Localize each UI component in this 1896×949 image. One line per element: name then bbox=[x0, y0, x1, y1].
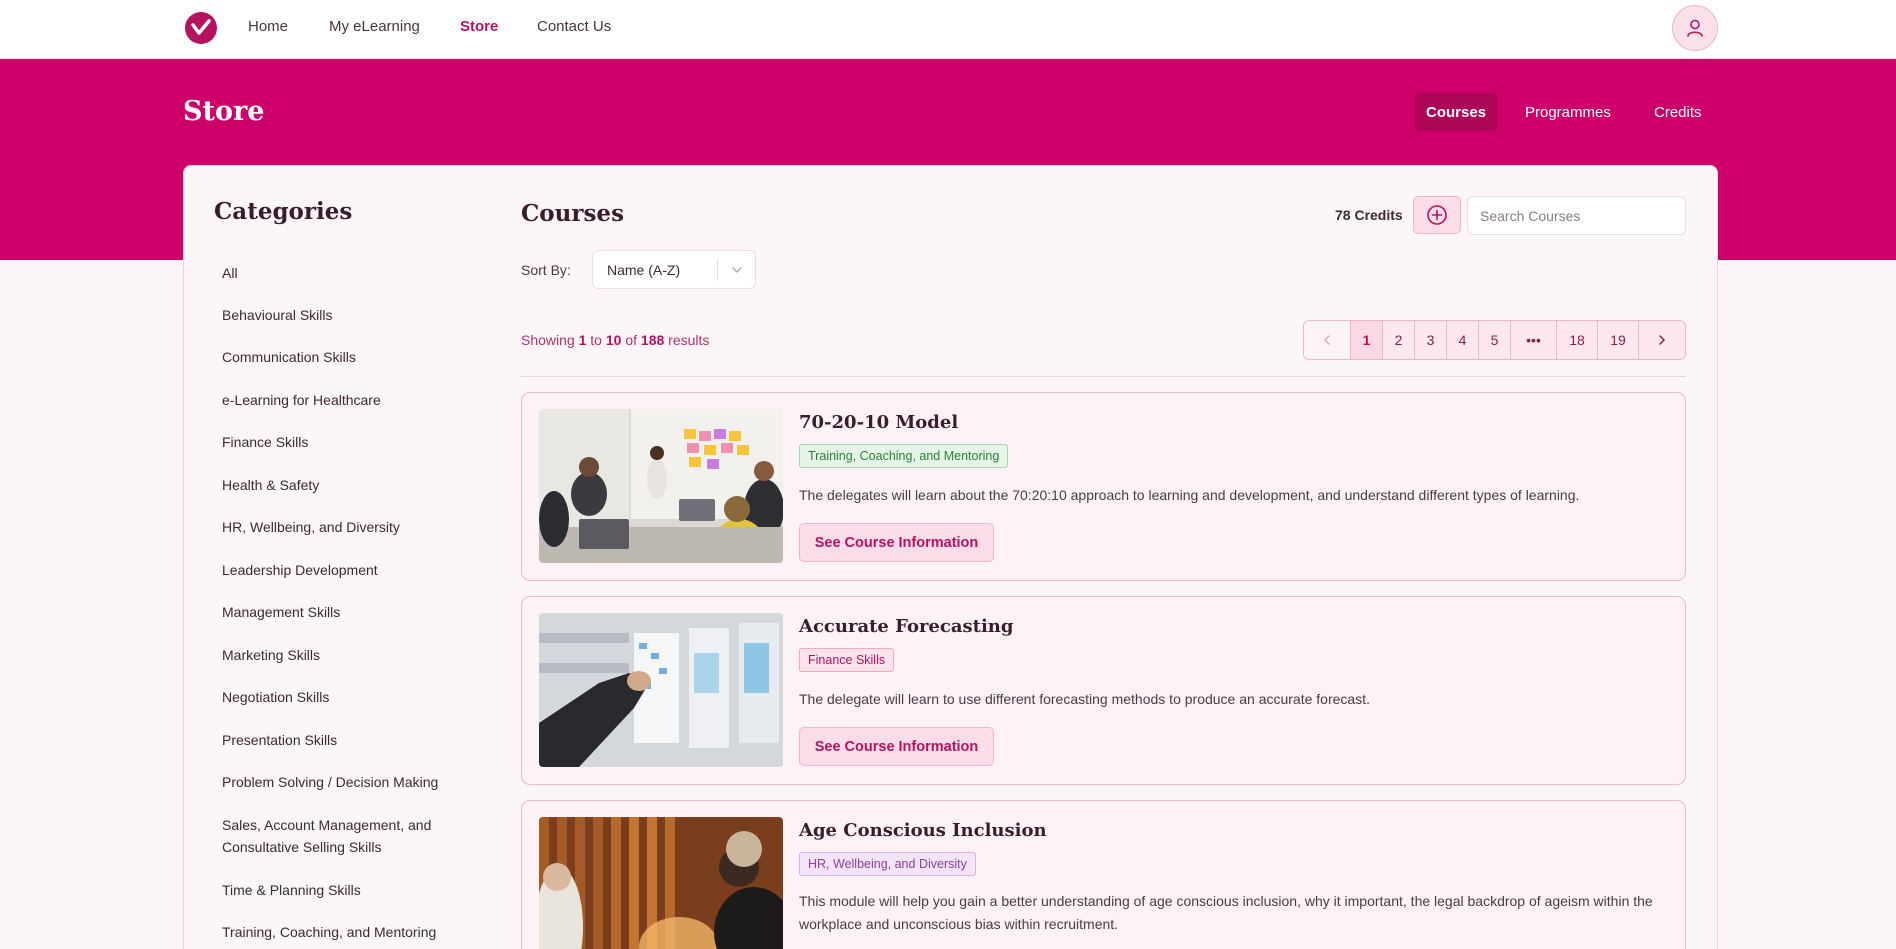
sort-by-label: Sort By: bbox=[521, 262, 571, 278]
user-icon bbox=[1687, 19, 1703, 37]
course-description: This module will help you gain a better … bbox=[799, 893, 1653, 932]
course-description: The delegates will learn about the 70:20… bbox=[799, 487, 1580, 503]
course-category-tag: HR, Wellbeing, and Diversity bbox=[799, 852, 976, 876]
nav-store[interactable]: Store bbox=[460, 18, 498, 35]
credits-balance: 78 Credits bbox=[1335, 207, 1403, 223]
user-profile-button[interactable] bbox=[1672, 5, 1718, 51]
course-thumbnail bbox=[539, 817, 783, 949]
pagination: 1 2 3 4 5 ••• 18 19 bbox=[1303, 320, 1686, 360]
pagination-next-button[interactable] bbox=[1639, 321, 1685, 359]
chevron-right-icon bbox=[1659, 335, 1666, 345]
see-course-information-button[interactable]: See Course Information bbox=[799, 523, 994, 562]
category-management-skills[interactable]: Management Skills bbox=[222, 601, 482, 623]
category-presentation-skills[interactable]: Presentation Skills bbox=[222, 729, 482, 751]
nav-home[interactable]: Home bbox=[248, 18, 288, 35]
category-sales-account-management[interactable]: Sales, Account Management, and Consultat… bbox=[222, 814, 467, 858]
search-courses-input[interactable] bbox=[1467, 196, 1686, 235]
pagination-page-4[interactable]: 4 bbox=[1447, 321, 1479, 359]
pagination-page-3[interactable]: 3 bbox=[1415, 321, 1447, 359]
select-divider bbox=[717, 259, 718, 281]
category-all[interactable]: All bbox=[222, 262, 482, 284]
category-leadership-development[interactable]: Leadership Development bbox=[222, 559, 482, 581]
nav-contact-us[interactable]: Contact Us bbox=[537, 18, 611, 35]
category-behavioural-skills[interactable]: Behavioural Skills bbox=[222, 304, 482, 326]
category-hr-wellbeing-diversity[interactable]: HR, Wellbeing, and Diversity bbox=[222, 516, 482, 538]
pagination-page-19[interactable]: 19 bbox=[1598, 321, 1639, 359]
checkmark-logo-icon bbox=[191, 19, 211, 35]
tab-courses[interactable]: Courses bbox=[1415, 93, 1498, 131]
category-problem-solving[interactable]: Problem Solving / Decision Making bbox=[222, 771, 482, 793]
course-card: Accurate Forecasting Finance Skills The … bbox=[521, 596, 1686, 785]
top-navbar: Home My eLearning Store Contact Us bbox=[0, 0, 1896, 59]
divider bbox=[521, 376, 1686, 377]
category-time-planning-skills[interactable]: Time & Planning Skills bbox=[222, 879, 482, 901]
course-card: 70-20-10 Model Training, Coaching, and M… bbox=[521, 392, 1686, 581]
pagination-ellipsis: ••• bbox=[1511, 321, 1557, 359]
category-elearning-healthcare[interactable]: e-Learning for Healthcare bbox=[222, 389, 482, 411]
category-training-coaching-mentoring[interactable]: Training, Coaching, and Mentoring bbox=[222, 921, 482, 943]
course-category-tag: Training, Coaching, and Mentoring bbox=[799, 444, 1009, 468]
sort-by-select[interactable]: Name (A-Z) bbox=[592, 250, 756, 289]
categories-heading: Categories bbox=[214, 198, 353, 225]
sort-selected-value: Name (A-Z) bbox=[607, 262, 681, 278]
page-title: Store bbox=[183, 96, 265, 127]
pagination-page-5[interactable]: 5 bbox=[1479, 321, 1511, 359]
tab-programmes[interactable]: Programmes bbox=[1514, 93, 1622, 131]
see-course-information-button[interactable]: See Course Information bbox=[799, 727, 994, 766]
course-thumbnail bbox=[539, 409, 783, 563]
plus-circle-icon bbox=[1427, 205, 1447, 225]
pagination-page-2[interactable]: 2 bbox=[1383, 321, 1415, 359]
category-communication-skills[interactable]: Communication Skills bbox=[222, 346, 482, 368]
pagination-prev-button[interactable] bbox=[1304, 321, 1351, 359]
course-title: Age Conscious Inclusion bbox=[799, 820, 1047, 841]
nav-my-elearning[interactable]: My eLearning bbox=[329, 18, 420, 35]
category-finance-skills[interactable]: Finance Skills bbox=[222, 431, 482, 453]
pagination-page-18[interactable]: 18 bbox=[1557, 321, 1598, 359]
brand-logo[interactable] bbox=[185, 12, 217, 44]
chevron-left-icon bbox=[1323, 335, 1330, 345]
course-thumbnail bbox=[539, 613, 783, 767]
add-credits-button[interactable] bbox=[1413, 196, 1461, 234]
courses-heading: Courses bbox=[521, 200, 625, 227]
tab-credits[interactable]: Credits bbox=[1643, 93, 1713, 131]
pagination-page-1[interactable]: 1 bbox=[1351, 321, 1383, 359]
course-category-tag: Finance Skills bbox=[799, 648, 895, 672]
course-title: 70-20-10 Model bbox=[799, 412, 959, 433]
chevron-down-icon bbox=[725, 258, 749, 282]
course-title: Accurate Forecasting bbox=[799, 616, 1014, 637]
course-description: The delegate will learn to use different… bbox=[799, 691, 1370, 707]
course-card: Age Conscious Inclusion HR, Wellbeing, a… bbox=[521, 800, 1686, 949]
results-summary: Showing 1 to 10 of 188 results bbox=[521, 332, 710, 348]
category-negotiation-skills[interactable]: Negotiation Skills bbox=[222, 686, 482, 708]
category-marketing-skills[interactable]: Marketing Skills bbox=[222, 644, 482, 666]
category-health-safety[interactable]: Health & Safety bbox=[222, 474, 482, 496]
